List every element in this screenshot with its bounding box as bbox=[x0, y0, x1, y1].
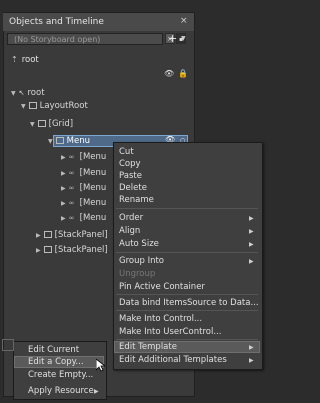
submenu-arrow-icon: ▶ bbox=[249, 258, 254, 265]
tree-item-menu-child[interactable]: ▶ ∞ [Menu bbox=[61, 197, 106, 209]
collapsed-arrow-icon[interactable]: ▶ bbox=[61, 154, 66, 161]
submenu-arrow-icon: ▶ bbox=[249, 344, 254, 351]
tree-item-stackpanel[interactable]: ▶ [StackPanel] bbox=[36, 229, 108, 241]
mouse-cursor-icon bbox=[96, 359, 105, 372]
tree-item-menu-child[interactable]: ▶ ∞ [Menu bbox=[61, 167, 106, 179]
tree-label-menuitem: [Menu bbox=[79, 152, 107, 162]
tree-item-menu-child[interactable]: ▶ ∞ [Menu bbox=[61, 151, 106, 163]
menu-separator bbox=[116, 252, 258, 253]
tree-item-stackpanel[interactable]: ▶ [StackPanel] bbox=[36, 244, 108, 256]
tree-item-menu-child[interactable]: ▶ ∞ [Menu bbox=[61, 212, 106, 224]
tree-item-menu-child[interactable]: ▶ ∞ [Menu bbox=[61, 182, 106, 194]
submenu-item-apply-resource[interactable]: Apply Resource bbox=[28, 385, 94, 397]
stackpanel-icon bbox=[43, 246, 52, 253]
menu-item-icon: ∞ bbox=[68, 153, 75, 161]
menu-item-group-into[interactable]: Group Into bbox=[119, 255, 164, 267]
menu-item-rename[interactable]: Rename bbox=[119, 194, 154, 206]
root-scope-label: root bbox=[21, 55, 39, 65]
menu-item-make-into-usercontrol[interactable]: Make Into UserControl... bbox=[119, 326, 221, 338]
menu-separator bbox=[116, 339, 258, 340]
close-icon[interactable]: × bbox=[180, 16, 188, 26]
submenu-item-create-empty[interactable]: Create Empty... bbox=[28, 369, 93, 381]
tree-item-grid[interactable]: ▼ [Grid] bbox=[30, 118, 73, 130]
root-scope-row[interactable]: ⇡ root bbox=[11, 54, 39, 66]
collapsed-arrow-icon[interactable]: ▶ bbox=[61, 200, 66, 207]
grid-icon bbox=[28, 102, 37, 109]
menu-separator bbox=[116, 208, 258, 209]
submenu-arrow-icon: ▶ bbox=[249, 357, 254, 364]
submenu-item-edit-current[interactable]: Edit Current bbox=[28, 344, 79, 356]
eye-icon[interactable]: 👁 bbox=[164, 69, 174, 78]
lock-icon[interactable]: 🔒 bbox=[178, 69, 188, 78]
tree-label-menuitem: [Menu bbox=[79, 213, 107, 223]
menu-item-cut[interactable]: Cut bbox=[119, 146, 134, 158]
collapsed-arrow-icon[interactable]: ▶ bbox=[36, 247, 41, 254]
menu-item-icon: ∞ bbox=[68, 184, 75, 192]
tree-label-menu: Menu bbox=[66, 136, 90, 146]
expand-arrow-icon[interactable]: ▼ bbox=[21, 103, 26, 110]
tree-label-menuitem: [Menu bbox=[79, 183, 107, 193]
tree-label-layoutroot: LayoutRoot bbox=[39, 101, 88, 111]
menu-item-edit-template[interactable]: Edit Template bbox=[119, 341, 177, 353]
menu-item-ungroup: Ungroup bbox=[119, 269, 156, 279]
add-storyboard-plus[interactable]: + bbox=[168, 32, 177, 45]
submenu-arrow-icon: ▶ bbox=[94, 388, 99, 395]
menu-item-copy[interactable]: Copy bbox=[119, 158, 141, 170]
menu-item-paste[interactable]: Paste bbox=[119, 170, 142, 182]
menu-item-icon: ∞ bbox=[68, 169, 75, 177]
collapsed-arrow-icon[interactable]: ▶ bbox=[61, 170, 66, 177]
menu-item-data-bind-itemssource[interactable]: Data bind ItemsSource to Data... bbox=[119, 297, 259, 309]
expand-arrow-icon[interactable]: ▼ bbox=[30, 121, 35, 128]
tree-label-stackpanel: [StackPanel] bbox=[54, 230, 108, 240]
menu-item-icon: ∞ bbox=[68, 199, 75, 207]
menu-item-make-into-control[interactable]: Make Into Control... bbox=[119, 313, 202, 325]
tree-label-stackpanel: [StackPanel] bbox=[54, 245, 108, 255]
stackpanel-icon bbox=[43, 231, 52, 238]
menu-item-edit-additional-templates[interactable]: Edit Additional Templates bbox=[119, 354, 227, 366]
root-element-icon: ↖ bbox=[18, 89, 25, 97]
menu-item-auto-size[interactable]: Auto Size bbox=[119, 238, 159, 250]
submenu-item-edit-a-copy[interactable]: Edit a Copy... bbox=[28, 356, 84, 368]
grid-icon bbox=[37, 120, 46, 127]
menu-separator bbox=[116, 310, 258, 311]
panel-corner-icon bbox=[2, 339, 14, 351]
menu-element-icon bbox=[55, 137, 64, 144]
submenu-arrow-icon: ▶ bbox=[249, 241, 254, 248]
expand-arrow-icon[interactable]: ▼ bbox=[11, 90, 16, 97]
menu-item-order[interactable]: Order bbox=[119, 212, 143, 224]
tree-item-layoutroot[interactable]: ▼ LayoutRoot bbox=[21, 100, 88, 112]
scope-up-icon[interactable]: ⇡ bbox=[11, 55, 18, 64]
collapsed-arrow-icon[interactable]: ▶ bbox=[61, 185, 66, 192]
collapsed-arrow-icon[interactable]: ▶ bbox=[36, 232, 41, 239]
menu-item-align[interactable]: Align bbox=[119, 225, 140, 237]
menu-separator bbox=[116, 294, 258, 295]
menu-item-delete[interactable]: Delete bbox=[119, 182, 147, 194]
tree-label-root: root bbox=[27, 88, 45, 98]
panel-title: Objects and Timeline bbox=[9, 17, 104, 27]
collapsed-arrow-icon[interactable]: ▶ bbox=[61, 215, 66, 222]
tree-label-grid: [Grid] bbox=[48, 119, 74, 129]
menu-item-pin-active-container[interactable]: Pin Active Container bbox=[119, 281, 205, 293]
menu-item-icon: ∞ bbox=[68, 214, 75, 222]
storyboard-selector[interactable]: (No Storyboard open) bbox=[7, 33, 163, 45]
expand-arrow-icon[interactable]: ▼ bbox=[48, 138, 53, 145]
tree-label-menuitem: [Menu bbox=[79, 198, 107, 208]
submenu-arrow-icon: ▶ bbox=[249, 215, 254, 222]
tree-item-menu[interactable]: ▼ Menu bbox=[48, 135, 90, 147]
chevron-down-icon[interactable]: ▼ bbox=[181, 35, 186, 42]
submenu-arrow-icon: ▶ bbox=[249, 228, 254, 235]
tree-item-root[interactable]: ▼ ↖ root bbox=[11, 87, 45, 99]
tree-label-menuitem: [Menu bbox=[79, 168, 107, 178]
